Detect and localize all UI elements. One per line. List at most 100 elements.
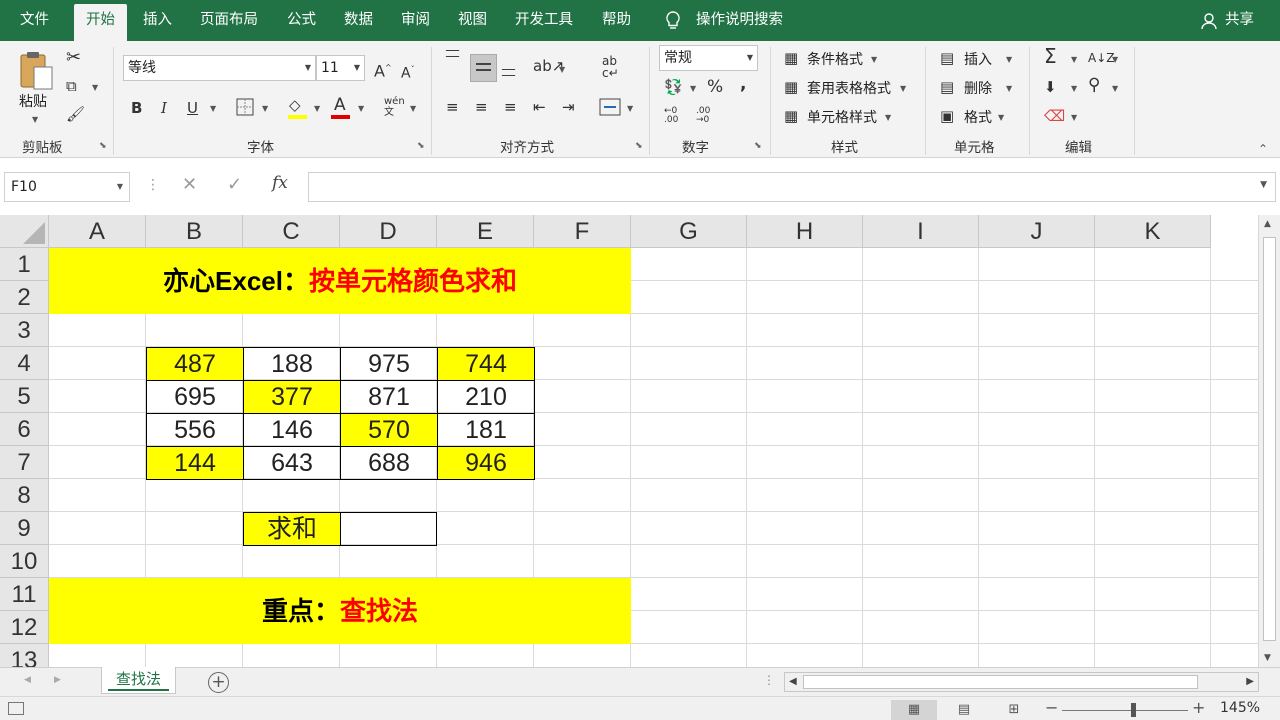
- table-cell[interactable]: 556: [146, 413, 243, 446]
- scroll-down-icon[interactable]: ▼: [1264, 653, 1271, 663]
- borders-icon[interactable]: [236, 98, 254, 116]
- clear-icon[interactable]: ⌫: [1044, 107, 1065, 125]
- row-header-7[interactable]: 7: [0, 446, 49, 479]
- table-cell[interactable]: 643: [243, 446, 340, 480]
- column-header-h[interactable]: H: [747, 215, 863, 248]
- tab-review[interactable]: 审阅: [401, 0, 430, 41]
- select-all-button[interactable]: [0, 215, 49, 248]
- next-sheet-icon[interactable]: ▶: [54, 675, 61, 685]
- format-cells-icon[interactable]: ▣: [940, 107, 954, 125]
- insert-function-icon[interactable]: fx: [272, 173, 288, 193]
- table-cell[interactable]: 871: [340, 380, 437, 413]
- increase-decimal-icon[interactable]: ←0.00: [664, 107, 678, 125]
- table-cell[interactable]: 144: [146, 446, 243, 480]
- table-cell[interactable]: 146: [243, 413, 340, 446]
- name-box[interactable]: F10 ▼: [4, 172, 130, 202]
- format-cells-button[interactable]: 格式: [964, 107, 992, 127]
- column-header-k[interactable]: K: [1095, 215, 1211, 248]
- paste-icon[interactable]: [18, 49, 56, 93]
- column-header-f[interactable]: F: [534, 215, 631, 248]
- tab-help[interactable]: 帮助: [602, 0, 631, 41]
- align-center-icon[interactable]: ≡: [475, 98, 488, 116]
- table-dropdown-icon[interactable]: ▼: [900, 84, 906, 93]
- align-top-icon[interactable]: ‾‾ ‾‾: [446, 50, 459, 69]
- comma-button[interactable]: ,: [740, 75, 746, 93]
- vertical-scrollbar[interactable]: ▲ ▼: [1258, 215, 1280, 667]
- sort-dropdown-icon[interactable]: ▼: [1112, 55, 1118, 64]
- wrap-text-icon[interactable]: ab c↵: [602, 55, 619, 79]
- tab-file[interactable]: 文件: [20, 0, 49, 41]
- prev-sheet-icon[interactable]: ◀: [24, 675, 31, 685]
- add-sheet-icon[interactable]: +: [208, 672, 229, 693]
- macro-record-icon[interactable]: [8, 702, 24, 715]
- insert-dropdown-icon[interactable]: ▼: [1006, 55, 1012, 64]
- table-cell[interactable]: 744: [437, 347, 535, 380]
- alignment-launcher-icon[interactable]: ⬊: [635, 141, 645, 151]
- phonetic-dropdown-icon[interactable]: ▼: [410, 104, 416, 113]
- tab-developer[interactable]: 开发工具: [515, 0, 573, 41]
- table-cell[interactable]: 688: [340, 446, 437, 480]
- delete-cells-icon[interactable]: ▤: [940, 78, 954, 96]
- font-color-icon[interactable]: A: [334, 96, 346, 114]
- formula-input[interactable]: ▼: [308, 172, 1276, 202]
- format-as-table-button[interactable]: 套用表格格式: [807, 78, 891, 98]
- table-cell[interactable]: 181: [437, 413, 535, 446]
- find-dropdown-icon[interactable]: ▼: [1112, 84, 1118, 93]
- bold-button[interactable]: B: [131, 99, 142, 117]
- copy-dropdown-icon[interactable]: ▼: [92, 83, 98, 92]
- row-header-4[interactable]: 4: [0, 347, 49, 380]
- clear-dropdown-icon[interactable]: ▼: [1071, 113, 1077, 122]
- sort-filter-icon[interactable]: A↓Z: [1088, 49, 1114, 67]
- format-as-table-icon[interactable]: ▦: [784, 78, 798, 96]
- number-launcher-icon[interactable]: ⬊: [754, 141, 764, 151]
- shrink-font-icon[interactable]: Aˇ: [401, 61, 415, 83]
- underline-button[interactable]: U: [187, 99, 198, 117]
- delete-cells-button[interactable]: 删除: [964, 78, 992, 98]
- cancel-icon[interactable]: ✕: [182, 174, 197, 195]
- sum-value-cell[interactable]: [340, 512, 437, 546]
- borders-dropdown-icon[interactable]: ▼: [262, 104, 268, 113]
- increase-indent-icon[interactable]: ⇥: [562, 98, 575, 116]
- column-header-e[interactable]: E: [437, 215, 534, 248]
- font-size-select[interactable]: 11 ▼: [316, 55, 365, 81]
- align-middle-button[interactable]: [470, 54, 497, 82]
- more-icon[interactable]: ⋮: [763, 673, 775, 687]
- column-header-j[interactable]: J: [979, 215, 1095, 248]
- tab-formulas[interactable]: 公式: [287, 0, 316, 41]
- format-dropdown-icon[interactable]: ▼: [998, 113, 1004, 122]
- page-layout-view-icon[interactable]: ▤: [941, 700, 987, 720]
- delete-dropdown-icon[interactable]: ▼: [1006, 84, 1012, 93]
- row-header-10[interactable]: 10: [0, 545, 49, 578]
- worksheet-grid[interactable]: ABCDEFGHIJK 1 2 3 4 5 6 7 8 9 10 11 12 13 亦心Excel：按单…: [0, 215, 1258, 667]
- row-header-6[interactable]: 6: [0, 413, 49, 446]
- collapse-ribbon-icon[interactable]: ⌃: [1258, 142, 1268, 156]
- tab-view[interactable]: 视图: [458, 0, 487, 41]
- table-cell[interactable]: 975: [340, 347, 437, 380]
- sheet-tab-active[interactable]: 查找法: [101, 667, 176, 694]
- conditional-format-icon[interactable]: ▦: [784, 49, 798, 67]
- table-cell[interactable]: 210: [437, 380, 535, 413]
- scroll-up-icon[interactable]: ▲: [1264, 219, 1271, 229]
- zoom-slider[interactable]: [1062, 710, 1188, 711]
- decrease-decimal-icon[interactable]: .00 →0: [696, 107, 710, 125]
- tab-page-layout[interactable]: 页面布局: [200, 0, 258, 41]
- title-banner[interactable]: 亦心Excel：按单元格颜色求和: [49, 248, 631, 314]
- row-header-1[interactable]: 1: [0, 248, 49, 281]
- cut-icon[interactable]: ✂: [66, 49, 81, 67]
- align-left-icon[interactable]: ≡: [446, 98, 459, 116]
- paste-label[interactable]: 粘贴: [19, 91, 47, 111]
- font-name-select[interactable]: 等线 ▼: [123, 55, 316, 81]
- align-bottom-icon[interactable]: __ __: [502, 57, 515, 76]
- zoom-slider-knob[interactable]: [1131, 703, 1136, 717]
- row-header-11[interactable]: 11: [0, 578, 49, 611]
- merge-center-icon[interactable]: [599, 98, 621, 116]
- conditional-format-button[interactable]: 条件格式: [807, 49, 863, 69]
- fill-color-icon[interactable]: ◇: [289, 96, 301, 114]
- decrease-indent-icon[interactable]: ⇤: [533, 98, 546, 116]
- page-break-view-icon[interactable]: ⊞: [991, 700, 1037, 720]
- grow-font-icon[interactable]: A^: [374, 59, 392, 80]
- table-cell[interactable]: 377: [243, 380, 340, 413]
- insert-cells-icon[interactable]: ▤: [940, 49, 954, 67]
- row-header-2[interactable]: 2: [0, 281, 49, 314]
- table-cell[interactable]: 946: [437, 446, 535, 480]
